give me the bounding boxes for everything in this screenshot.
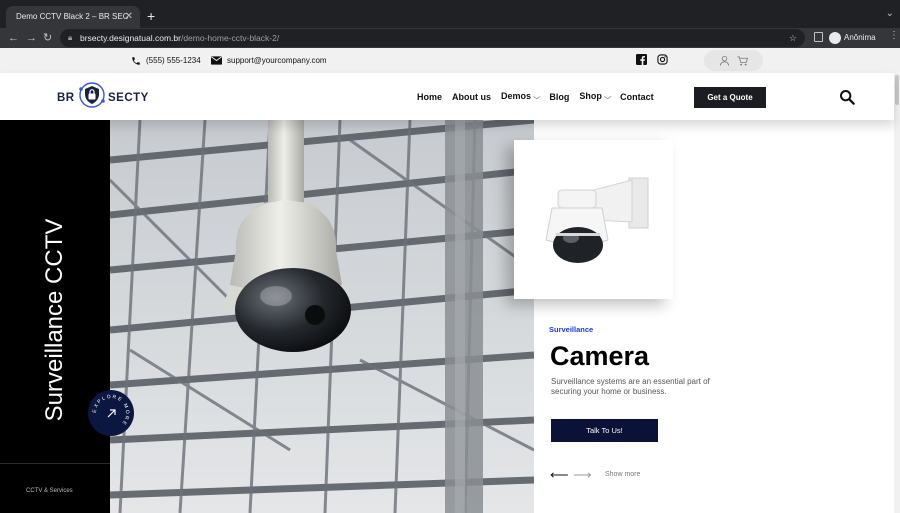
vertical-hero-title: Surveillance CCTV [41, 218, 68, 422]
browser-tab[interactable]: Demo CCTV Black 2 – BR SEC ✕ [6, 6, 140, 28]
hero-eyebrow: Surveillance [549, 325, 594, 334]
email-address: support@yourcompany.com [227, 56, 327, 65]
nav-blog[interactable]: Blog [549, 92, 569, 102]
incognito-avatar [829, 31, 841, 44]
shield-lock-logo-icon [79, 82, 105, 108]
user-icon[interactable] [719, 55, 730, 66]
phone-number: (555) 555-1234 [146, 56, 201, 65]
nav-contact[interactable]: Contact [620, 92, 654, 102]
nav-home[interactable]: Home [417, 92, 442, 102]
tab-title: Demo CCTV Black 2 – BR SEC [16, 12, 129, 21]
hero-description: Surveillance systems are an essential pa… [551, 377, 710, 396]
phone-icon [132, 57, 140, 65]
browser-menu-icon[interactable]: ⋮ [889, 30, 899, 41]
side-panel-divider [0, 463, 110, 464]
tab-close-icon[interactable]: ✕ [125, 6, 133, 28]
facebook-icon[interactable] [636, 54, 647, 65]
new-tab-button[interactable]: + [147, 6, 155, 26]
profile-button[interactable]: Anônima [829, 31, 876, 45]
nav-about-label: About us [452, 91, 492, 102]
ptz-camera-product-image [545, 177, 649, 263]
hero-side-panel: Surveillance CCTV CCTV & Services [0, 120, 110, 513]
reload-button[interactable]: ↻ [43, 30, 52, 46]
phone-contact[interactable]: (555) 555-1234 [131, 48, 201, 73]
hero-camera-image [110, 120, 534, 513]
side-panel-icon[interactable] [814, 32, 823, 42]
page-scrollbar[interactable] [894, 73, 900, 513]
side-panel-footer: CCTV & Services [26, 488, 73, 494]
slider-next-arrow-icon[interactable]: ⟶ [573, 468, 592, 481]
main-nav: Home About us Demos ⌵ Blog Shop ⌵ Contact [417, 73, 654, 120]
scrollbar-thumb[interactable] [895, 75, 899, 105]
bookmark-star-icon[interactable]: ☆ [789, 29, 797, 47]
account-cart-pill [704, 50, 763, 71]
chevron-down-icon: ⌵ [603, 94, 612, 101]
top-contact-bar: (555) 555-1234 support@yourcompany.com [0, 48, 900, 73]
cart-icon[interactable] [737, 56, 748, 66]
nav-shop[interactable]: Shop ⌵ [579, 91, 612, 102]
nav-shop-label: Shop [579, 91, 602, 101]
email-contact[interactable]: support@yourcompany.com [211, 48, 327, 73]
mail-icon [211, 56, 222, 66]
nav-demos-label: Demos [501, 91, 532, 101]
nav-home-label: Home [417, 91, 443, 102]
nav-about-us[interactable]: About us [452, 92, 491, 102]
hero-headline: Camera [550, 341, 650, 371]
chevron-down-icon: ⌵ [532, 94, 541, 101]
ceiling-camera-illustration [110, 120, 534, 513]
slider-prev-arrow-icon[interactable]: ⟵ [550, 468, 569, 481]
get-a-quote-button[interactable]: Get a Quote [694, 87, 766, 108]
product-card[interactable] [514, 140, 673, 299]
profile-name: Anônima [844, 33, 876, 42]
nav-contact-label: Contact [620, 91, 654, 102]
tab-search-chevron-icon[interactable]: ⌄ [886, 8, 894, 19]
browser-tab-bar: Demo CCTV Black 2 – BR SEC ✕ + ⌄ [0, 0, 900, 28]
address-bar[interactable]: 🔒︎ brsecty.designatual.com.br/demo-home-… [60, 29, 805, 47]
talk-to-us-button[interactable]: Talk To Us! [551, 419, 658, 442]
nav-blog-label: Blog [549, 91, 570, 102]
url-domain: brsecty.designatual.com.br [80, 33, 181, 43]
explore-more-badge[interactable]: EXPLORE MORE [88, 390, 134, 436]
lock-icon: 🔒︎ [68, 33, 73, 42]
arrow-up-right-icon [107, 409, 116, 418]
explore-more-ring: EXPLORE MORE [92, 394, 129, 427]
browser-toolbar: ← → ↻ 🔒︎ brsecty.designatual.com.br/demo… [0, 28, 900, 48]
show-more-link[interactable]: Show more [605, 471, 640, 478]
url-text: brsecty.designatual.com.br/demo-home-cct… [80, 29, 279, 47]
site-header: BR SECTY Home About us Demos ⌵ Blog Shop ⌵… [0, 73, 894, 120]
back-button[interactable]: ← [8, 30, 19, 46]
instagram-icon[interactable] [657, 54, 668, 65]
logo-text-left: BR [57, 92, 75, 104]
forward-button[interactable]: → [26, 30, 37, 46]
url-path: /demo-home-cctv-black-2/ [180, 33, 280, 43]
logo-text-right: SECTY [108, 92, 149, 104]
search-icon[interactable] [839, 89, 855, 105]
nav-demos[interactable]: Demos ⌵ [501, 91, 541, 102]
